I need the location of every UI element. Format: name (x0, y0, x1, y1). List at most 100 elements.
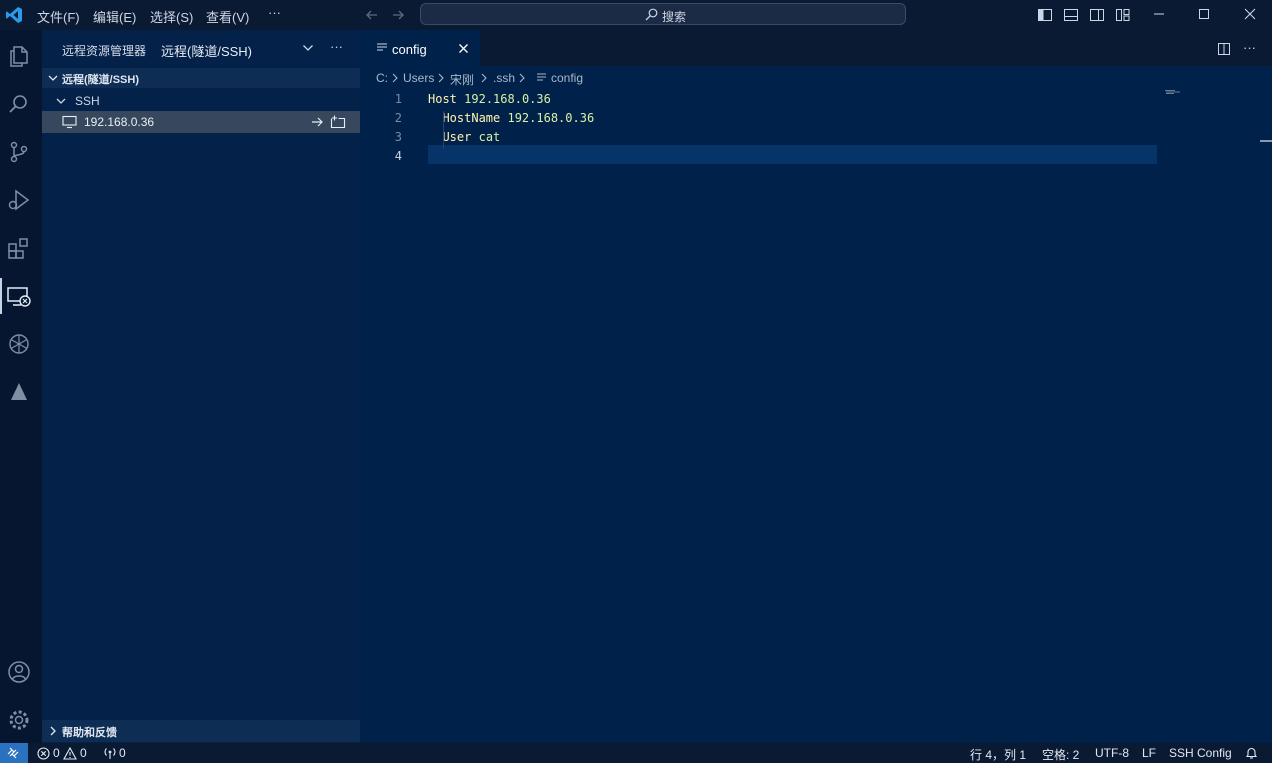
editor-tab-bar: config ··· (360, 30, 1272, 66)
chatgpt-icon[interactable] (5, 330, 33, 358)
remote-type-value: 远程(隧道/SSH) (161, 44, 253, 59)
extensions-icon[interactable] (5, 234, 33, 262)
current-line-highlight (428, 145, 1157, 164)
warning-icon (63, 747, 77, 760)
indentation[interactable]: 空格: 2 (1042, 746, 1079, 763)
code-value: 192.168.0.36 (464, 92, 551, 106)
line-number: 3 (394, 130, 402, 144)
tab-config[interactable]: config (360, 30, 480, 66)
settings-gear-icon[interactable] (5, 706, 33, 734)
scrollbar-cursor-marker (1260, 140, 1272, 142)
chevron-right-icon (480, 73, 488, 83)
menu-view[interactable]: 查看(V) (206, 7, 249, 26)
command-center-search[interactable]: 搜索 (420, 3, 906, 25)
chevron-down-icon (302, 43, 314, 53)
menu-more[interactable]: ··· (268, 5, 281, 20)
section-help-feedback[interactable]: 帮助和反馈 (42, 720, 360, 742)
maximize-icon[interactable] (1197, 7, 1211, 21)
menu-selection[interactable]: 选择(S) (150, 7, 193, 26)
tree-item-label: SSH (75, 94, 100, 108)
breadcrumb-item[interactable]: 宋刚 (450, 71, 474, 88)
code-editor[interactable]: 1 2 3 4 Host 192.168.0.36 HostName 192.1… (360, 88, 1260, 743)
chevron-right-icon (518, 73, 526, 83)
sidebar-title: 远程资源管理器 (62, 44, 147, 58)
toggle-panel-icon[interactable] (1063, 7, 1079, 23)
line-number: 1 (394, 92, 402, 106)
connect-arrow-icon[interactable] (310, 115, 325, 129)
editor-more-actions[interactable]: ··· (1243, 40, 1256, 55)
remote-explorer-icon[interactable] (5, 282, 33, 310)
back-arrow-icon[interactable] (364, 7, 380, 23)
minimize-icon[interactable] (1152, 7, 1166, 21)
end-of-line[interactable]: LF (1142, 746, 1156, 760)
minimap[interactable] (1165, 90, 1189, 94)
close-window-icon[interactable] (1243, 7, 1257, 21)
menu-file[interactable]: 文件(F) (37, 7, 80, 26)
chevron-right-icon (48, 726, 58, 736)
sidebar-more-actions[interactable]: ··· (330, 39, 343, 54)
breadcrumb: C: Users 宋刚 .ssh config (360, 66, 1272, 88)
tree-item-host[interactable]: 192.168.0.36 (42, 111, 360, 133)
explorer-icon[interactable] (5, 42, 33, 70)
chevron-down-icon (48, 73, 58, 83)
code-keyword: Host (428, 92, 457, 106)
search-view-icon[interactable] (5, 90, 33, 118)
breadcrumb-item[interactable]: config (551, 71, 583, 85)
chevron-right-icon (437, 73, 445, 83)
notifications-bell-icon[interactable] (1245, 746, 1258, 760)
cursor-position[interactable]: 行 4，列 1 (970, 746, 1026, 763)
line-number: 4 (394, 149, 402, 163)
open-new-window-icon[interactable] (330, 115, 346, 129)
code-line: Host 192.168.0.36 (428, 92, 551, 106)
run-debug-icon[interactable] (5, 186, 33, 214)
warning-count[interactable]: 0 (80, 746, 87, 760)
encoding[interactable]: UTF-8 (1095, 746, 1129, 760)
remote-indicator[interactable] (0, 743, 28, 763)
error-icon (37, 747, 50, 760)
line-number: 2 (394, 111, 402, 125)
error-count[interactable]: 0 (53, 746, 60, 760)
remote-type-dropdown[interactable]: 远程(隧道/SSH) (153, 36, 323, 60)
breadcrumb-item[interactable]: Users (403, 71, 434, 85)
host-label: 192.168.0.36 (84, 115, 155, 129)
vscode-logo-icon (5, 6, 23, 24)
tab-label: config (392, 42, 427, 57)
activity-bar (0, 30, 42, 743)
remote-explorer-sidebar: 远程资源管理器 远程(隧道/SSH) ··· 远程(隧道/SSH) SSH 19… (42, 30, 360, 743)
title-bar: 文件(F) 编辑(E) 选择(S) 查看(V) ··· 搜索 (0, 0, 1272, 30)
ports-antenna-icon (103, 747, 117, 760)
indent-guide (443, 111, 444, 149)
file-lines-icon (376, 43, 388, 53)
menu-edit[interactable]: 编辑(E) (93, 7, 136, 26)
monitor-icon (62, 115, 77, 129)
section-remote-tunnels-ssh[interactable]: 远程(隧道/SSH) (42, 68, 360, 88)
code-keyword: HostName (442, 111, 501, 125)
split-editor-icon[interactable] (1217, 42, 1231, 56)
close-tab-icon[interactable] (458, 43, 469, 54)
chevron-right-icon (391, 73, 399, 83)
accounts-icon[interactable] (5, 658, 33, 686)
remote-connect-icon (6, 746, 20, 760)
tree-extension-icon[interactable] (5, 378, 33, 406)
customize-layout-icon[interactable] (1115, 7, 1131, 23)
tree-item-ssh[interactable]: SSH (42, 90, 360, 112)
breadcrumb-item[interactable]: C: (376, 71, 388, 85)
breadcrumb-item[interactable]: .ssh (493, 71, 515, 85)
language-mode[interactable]: SSH Config (1169, 746, 1232, 760)
chevron-down-icon (56, 96, 66, 106)
status-bar: 0 0 0 行 4，列 1 空格: 2 UTF-8 LF SSH Config (0, 743, 1272, 763)
source-control-icon[interactable] (5, 138, 33, 166)
search-placeholder: 搜索 (662, 10, 687, 24)
toggle-primary-sidebar-icon[interactable] (1037, 7, 1053, 23)
active-indicator (0, 278, 2, 314)
sidebar-header: 远程资源管理器 远程(隧道/SSH) ··· (42, 30, 360, 66)
file-lines-icon (536, 73, 547, 82)
search-icon (645, 8, 658, 21)
code-line: HostName 192.168.0.36 (428, 111, 594, 125)
forward-arrow-icon[interactable] (390, 7, 406, 23)
toggle-secondary-sidebar-icon[interactable] (1089, 7, 1105, 23)
code-value: cat (478, 130, 501, 144)
ports-count[interactable]: 0 (119, 746, 126, 760)
